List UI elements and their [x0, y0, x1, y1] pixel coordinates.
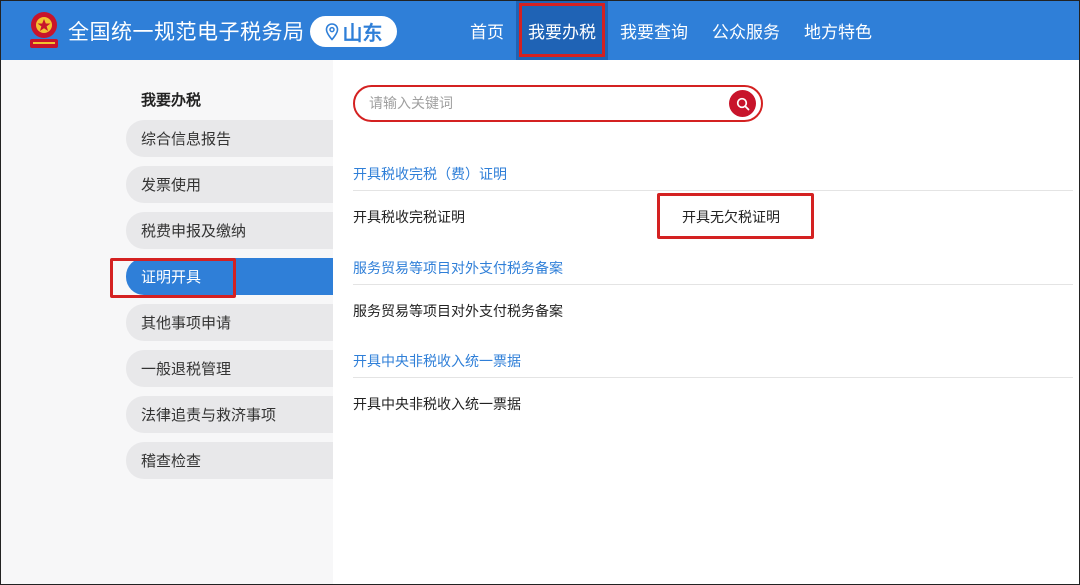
search-icon — [736, 97, 749, 110]
link-no-arrears-certificate[interactable]: 开具无欠税证明 — [682, 207, 780, 227]
region-label: 山东 — [342, 21, 383, 45]
section-heading-foreign-payment-filing: 服务贸易等项目对外支付税务备案 — [353, 261, 563, 277]
divider — [353, 190, 1073, 191]
search-input[interactable] — [369, 93, 709, 115]
link-foreign-payment-filing[interactable]: 服务贸易等项目对外支付税务备案 — [353, 301, 563, 321]
main-nav: 首页 我要办税 我要查询 公众服务 地方特色 — [458, 0, 884, 60]
top-header: 全国统一规范电子税务局 山东 首页 我要办税 我要查询 公众服务 地方特色 — [0, 0, 1080, 60]
link-central-nontax-receipt[interactable]: 开具中央非税收入统一票据 — [353, 394, 521, 414]
region-selector[interactable]: 山东 — [310, 16, 397, 47]
section-heading-central-nontax-receipt: 开具中央非税收入统一票据 — [353, 354, 521, 370]
section-heading-tax-payment-proof: 开具税收完税（费）证明 — [353, 167, 507, 183]
sidebar-item-inspection[interactable]: 稽查检查 — [126, 442, 333, 479]
tax-emblem-logo — [30, 12, 58, 48]
sidebar-item-certificate[interactable]: 证明开具 — [126, 258, 333, 295]
sidebar-title: 我要办税 — [141, 91, 202, 109]
search-box — [353, 85, 763, 122]
sidebar-item-tax-refund[interactable]: 一般退税管理 — [126, 350, 333, 387]
nav-public-service[interactable]: 公众服务 — [700, 0, 792, 60]
nav-do-tax[interactable]: 我要办税 — [516, 0, 608, 60]
sidebar-item-other-requests[interactable]: 其他事项申请 — [126, 304, 333, 341]
location-pin-icon — [325, 22, 338, 41]
sidebar-item-declare-pay[interactable]: 税费申报及缴纳 — [126, 212, 333, 249]
site-title: 全国统一规范电子税务局 — [68, 20, 305, 44]
divider — [353, 377, 1073, 378]
link-tax-payment-certificate[interactable]: 开具税收完税证明 — [353, 207, 465, 227]
sidebar-item-info-report[interactable]: 综合信息报告 — [126, 120, 333, 157]
sidebar-item-invoice-use[interactable]: 发票使用 — [126, 166, 333, 203]
nav-query[interactable]: 我要查询 — [608, 0, 700, 60]
search-button[interactable] — [729, 90, 756, 117]
sidebar-item-legal-remedy[interactable]: 法律追责与救济事项 — [126, 396, 333, 433]
nav-home[interactable]: 首页 — [458, 0, 516, 60]
divider — [353, 284, 1073, 285]
nav-local-features[interactable]: 地方特色 — [792, 0, 884, 60]
